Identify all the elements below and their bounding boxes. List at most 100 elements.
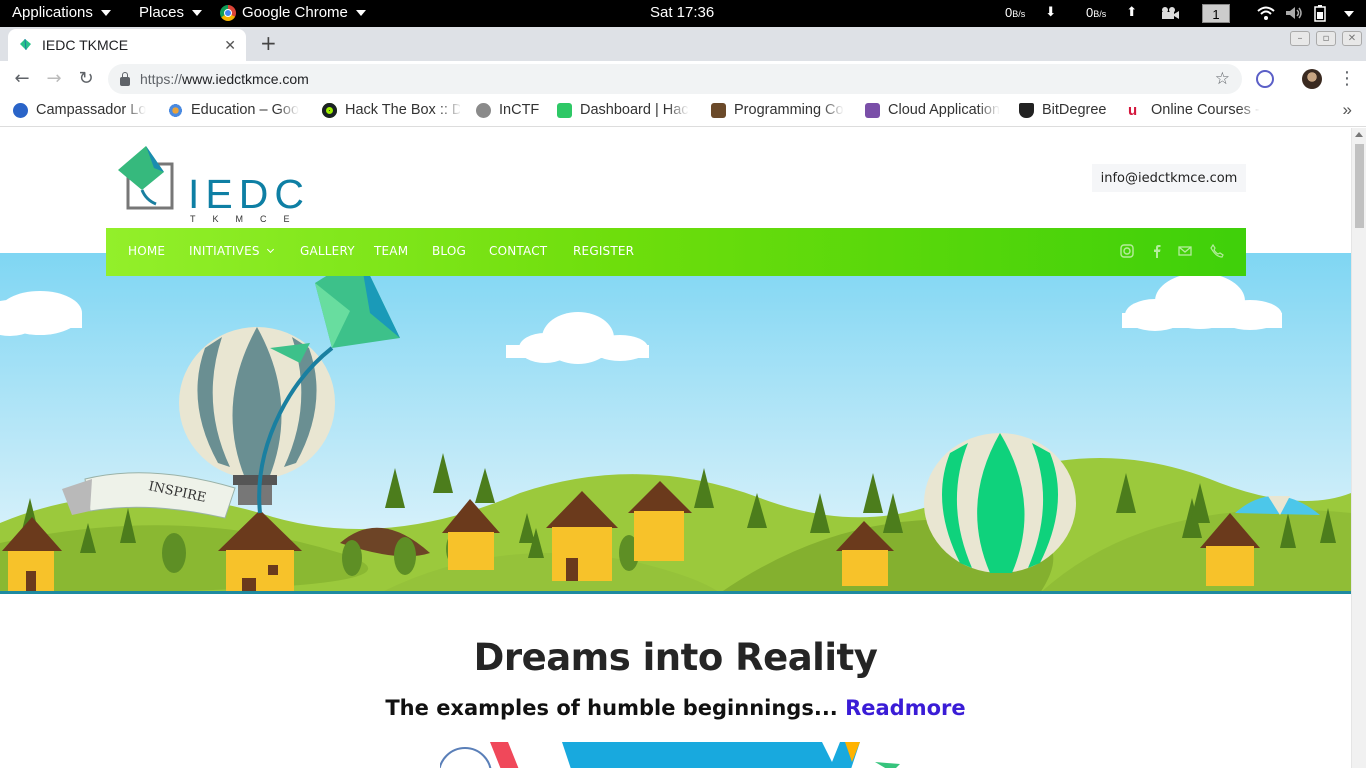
hero-bottom-border [0,591,1351,594]
tab-strip: IEDC TKMCE ✕ [0,27,1366,61]
kite-favicon-icon [20,38,31,51]
tab-iedc[interactable]: IEDC TKMCE ✕ [8,29,246,61]
close-icon[interactable]: ✕ [224,37,236,54]
bookmark-label: Campassador Lo [36,102,147,118]
shield-icon [1019,102,1034,118]
email-link[interactable]: info@iedctkmce.com [1092,164,1246,192]
bookmark-label: Programming Co [734,102,844,118]
chevron-right-double-icon[interactable]: » [1343,100,1352,120]
nav-initiatives[interactable]: INITIATIVES [189,244,274,258]
arrow-up-icon: ⬆ [1126,4,1138,19]
volume-icon[interactable] [1285,6,1303,20]
bookmark-label: Cloud Application [888,102,1001,118]
nav-team[interactable]: TEAM [374,244,408,258]
star-icon[interactable]: ☆ [1215,69,1230,89]
logo-sub-text: TKMCE [190,214,307,224]
net-up-unit: B/s [1093,8,1107,19]
scroll-up-icon[interactable] [1355,132,1363,137]
net-up-indicator: 0B/s ⬆ [1086,4,1137,20]
app-menu[interactable]: Google Chrome [220,4,366,21]
system-menu-chevron-icon[interactable] [1344,11,1354,17]
places-label: Places [139,4,185,21]
kite-logo-icon [118,146,174,210]
forward-arrow-icon[interactable]: → [43,68,65,89]
bookmark-campassador[interactable]: Campassador Lo [13,102,151,118]
profile-avatar[interactable] [1302,69,1322,89]
system-top-bar: Applications Places Google Chrome Sat 17… [0,0,1366,27]
net-down-indicator: 0B/s ⬇ [1005,4,1056,20]
bookmark-hackthebox[interactable]: Hack The Box :: D [322,102,460,118]
heroku-icon [865,102,880,118]
chevron-down-icon [100,9,111,16]
instagram-icon[interactable] [1120,244,1134,258]
bookmark-cloud[interactable]: Cloud Application [865,102,1005,118]
hackerrank-icon [557,102,572,118]
page-headline: Dreams into Reality [473,636,878,679]
nav-blog[interactable]: BLOG [432,244,466,258]
tagline: The examples of humble beginnings... Rea… [0,696,1351,720]
bookmark-bitdegree[interactable]: BitDegree [1019,102,1119,118]
address-bar[interactable]: https://www.iedctkmce.com ☆ [108,64,1242,94]
hero-illustration [0,253,1351,593]
video-camera-icon[interactable] [1160,6,1180,20]
bookmark-label: BitDegree [1042,102,1107,118]
workspace-indicator[interactable]: 1 [1202,4,1230,23]
maximize-icon[interactable]: ▫ [1316,31,1336,46]
dell-logo-icon [13,102,28,118]
battery-icon[interactable] [1313,4,1335,22]
chevron-down-icon [192,9,203,16]
site-nav-bar: HOME INITIATIVES GALLERY TEAM BLOG CONTA… [106,228,1246,276]
clock-label: Sat 17:36 [650,4,715,21]
nav-initiatives-label: INITIATIVES [189,244,260,258]
reload-icon[interactable]: ↻ [75,68,97,89]
lock-icon[interactable] [120,71,130,86]
bookmark-label: Hack The Box :: D [345,102,460,118]
chevron-down-icon [266,245,274,254]
phone-icon[interactable] [1210,244,1224,258]
bookmark-inctf[interactable]: InCTF [476,102,546,118]
new-tab-button[interactable]: + [260,31,280,55]
clock[interactable]: Sat 17:36 [650,4,714,21]
site-logo[interactable]: IEDC TKMCE [116,144,306,224]
bookmark-label: InCTF [499,102,540,118]
url-scheme: https:// [140,71,183,87]
browser-toolbar: ← → ↻ https://www.iedctkmce.com ☆ [0,61,1366,97]
window-controls: – ▫ ✕ [1290,31,1362,46]
applications-menu[interactable]: Applications [12,4,111,21]
back-arrow-icon[interactable]: ← [11,68,33,89]
nav-gallery[interactable]: GALLERY [300,244,355,258]
chrome-icon [220,4,236,21]
wifi-icon[interactable] [1257,6,1275,20]
net-down-unit: B/s [1012,8,1026,19]
bookmark-programming[interactable]: Programming Co [711,102,849,118]
chevron-down-icon [355,9,366,16]
gear-icon [476,102,491,118]
app-label: Google Chrome [242,4,348,21]
google-dots-icon [168,102,183,118]
bookmarks-bar: Campassador Lo Education – Goo Hack The … [0,97,1366,127]
nav-register[interactable]: REGISTER [573,244,634,258]
mail-icon[interactable] [1178,244,1192,258]
places-menu[interactable]: Places [139,4,203,21]
hackthebox-icon [322,102,337,118]
nav-contact[interactable]: CONTACT [489,244,547,258]
codechef-icon [711,102,726,118]
workspace-number: 1 [1212,7,1220,22]
minimize-icon[interactable]: – [1290,31,1310,46]
bookmark-hackerrank[interactable]: Dashboard | Hac [557,102,695,118]
close-window-icon[interactable]: ✕ [1342,31,1362,46]
url-host: www.iedctkmce.com [182,71,309,87]
bookmark-education[interactable]: Education – Goo [168,102,306,118]
bookmark-online-courses[interactable]: u Online Courses - [1128,102,1266,118]
tagline-text: The examples of humble beginnings... [385,696,838,720]
page-scrollbar[interactable] [1351,128,1366,768]
logo-main-text: IEDC [188,171,310,217]
scroll-thumb[interactable] [1355,144,1364,228]
facebook-icon[interactable] [1150,244,1164,258]
bookmark-label: Dashboard | Hac [580,102,689,118]
next-section-graphic [440,742,900,768]
nav-home[interactable]: HOME [128,244,165,258]
readmore-link[interactable]: Readmore [845,696,966,720]
extension-icon[interactable] [1256,70,1274,88]
more-vert-icon[interactable]: ⋮ [1338,68,1356,89]
